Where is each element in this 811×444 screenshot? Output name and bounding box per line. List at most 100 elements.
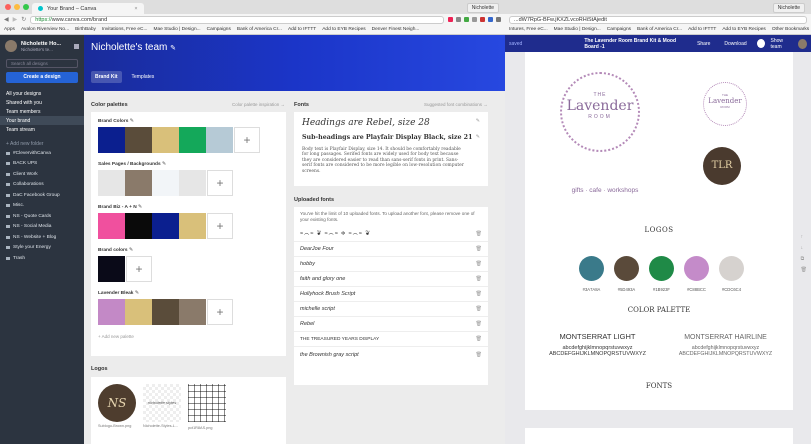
user-menu[interactable]: Nicholette Ho... Nicholette's te...	[0, 35, 84, 57]
bookmark-item[interactable]: Add to EYB Recipes	[322, 27, 365, 32]
avatar[interactable]	[798, 38, 807, 49]
color-swatch[interactable]	[206, 127, 233, 153]
extension-icon[interactable]	[456, 17, 461, 22]
body-sample[interactable]: Body text is Playfair Display, size 14. …	[302, 147, 467, 174]
folder-item[interactable]: NS - Quote Cards	[0, 211, 84, 222]
back-icon[interactable]: ◀	[4, 16, 9, 23]
folder-item[interactable]: #ClevervithCanva	[0, 148, 84, 159]
download-button[interactable]: Download	[724, 41, 746, 47]
bookmark-item[interactable]: Campaigns	[207, 27, 231, 32]
color-chip[interactable]: #3A7A8A	[579, 256, 604, 292]
reload-icon[interactable]: ↻	[21, 16, 26, 23]
sidebar-item-your-brand[interactable]: Your brand	[0, 116, 84, 125]
bookmark-item[interactable]: Mae Studio | Design...	[554, 27, 601, 32]
add-color-button[interactable]: +	[234, 127, 260, 153]
edit-pencil-icon[interactable]: ✎	[135, 291, 139, 296]
color-chip[interactable]: #C88BCC	[684, 256, 709, 292]
url-bar[interactable]: https://www.canva.com/brand	[30, 15, 444, 24]
uploaded-font-row[interactable]: Hollyhock Brush Script 🗑	[294, 287, 488, 302]
extension-icon[interactable]	[488, 17, 493, 22]
edit-pencil-icon[interactable]: ✎	[476, 134, 480, 141]
browser-tab[interactable]: Your Brand – Canva ×	[32, 3, 144, 14]
tab-brand-kit[interactable]: Brand Kit	[91, 71, 122, 83]
color-swatch[interactable]	[98, 299, 125, 325]
add-color-button[interactable]: +	[207, 299, 233, 325]
uploaded-font-row[interactable]: Rebel 🗑	[294, 317, 488, 332]
uploaded-font-row[interactable]: DearJoe Four 🗑	[294, 242, 488, 257]
toggle-icon[interactable]	[756, 39, 765, 48]
add-color-button[interactable]: +	[126, 256, 152, 282]
color-chip[interactable]: #5D493A	[614, 256, 639, 292]
color-swatch[interactable]	[152, 213, 179, 239]
uploaded-font-row[interactable]: michelle script 🗑	[294, 302, 488, 317]
color-swatch[interactable]	[98, 213, 125, 239]
color-swatch[interactable]	[125, 299, 152, 325]
logo-item[interactable]: nicholette styles Nicholette-Styles-L...	[143, 384, 181, 430]
font-combinations-link[interactable]: Suggested font combinations →	[424, 102, 488, 107]
edit-pencil-icon[interactable]: ✎	[129, 248, 133, 253]
bookmark-item[interactable]: Add to IFTTT	[288, 27, 316, 32]
trash-icon[interactable]: 🗑	[476, 231, 482, 237]
color-swatch[interactable]	[98, 127, 125, 153]
edit-pencil-icon[interactable]: ✎	[170, 45, 176, 52]
sidebar-item-shared[interactable]: Shared with you	[0, 98, 84, 107]
extension-icon[interactable]	[448, 17, 453, 22]
folder-item[interactable]: Client Work	[0, 169, 84, 180]
bookmark-item[interactable]: Bank of America Cr...	[637, 27, 682, 32]
bookmark-item[interactable]: Intures, Free eC...	[509, 27, 548, 32]
bookmark-item[interactable]: Bank of America Cr...	[237, 27, 282, 32]
color-swatch[interactable]	[179, 127, 206, 153]
folder-item[interactable]: NS - Website + Blog	[0, 232, 84, 243]
folder-item[interactable]: NS - Social Media	[0, 222, 84, 233]
forward-icon[interactable]: ▶	[13, 16, 18, 23]
logo-item[interactable]: pct1R8AS.png	[188, 384, 226, 430]
maximize-dot[interactable]	[23, 4, 29, 10]
bookmark-item[interactable]: Add to EYB Recipes	[722, 27, 765, 32]
edit-pencil-icon[interactable]: ✎	[130, 119, 134, 124]
profile-badge[interactable]: Nicholette	[772, 3, 805, 13]
folder-item[interactable]: Misc.	[0, 201, 84, 212]
subheading-font-row[interactable]: Sub-headings are Playfair Display Black,…	[302, 134, 480, 141]
create-design-button[interactable]: Create a design	[6, 72, 78, 83]
uploaded-font-row[interactable]: ≈෴≈ ❦ ≈෴≈ ✽ ≈෴≈ ❦ 🗑	[294, 227, 488, 242]
extension-icon[interactable]	[464, 17, 469, 22]
design-page[interactable]: THE Lavender ROOM gifts · cafe · worksho…	[525, 52, 793, 410]
color-swatch[interactable]	[179, 213, 206, 239]
search-input[interactable]: Search all designs	[6, 59, 78, 68]
color-chip[interactable]: #CDC6C4	[719, 256, 744, 292]
arrow-up-icon[interactable]: ↑	[801, 232, 807, 243]
color-swatch[interactable]	[152, 299, 179, 325]
trash-icon[interactable]: 🗑	[476, 261, 482, 267]
bookmark-item[interactable]: Invitations, Free eC...	[102, 27, 148, 32]
color-swatch[interactable]	[179, 299, 206, 325]
trash-icon[interactable]: 🗑	[476, 246, 482, 252]
trash-icon[interactable]: 🗑	[476, 336, 482, 342]
uploaded-font-row[interactable]: THE TREASURED YEARS DISPLAY 🗑	[294, 332, 488, 347]
add-color-button[interactable]: +	[207, 170, 233, 196]
edit-pencil-icon[interactable]: ✎	[476, 118, 480, 128]
folder-item[interactable]: BACK UPS	[0, 159, 84, 170]
trash-icon[interactable]: 🗑	[476, 291, 482, 297]
heading-font-row[interactable]: Headings are Rebel, size 28 ✎	[302, 118, 480, 128]
next-page[interactable]	[525, 428, 793, 444]
trash-icon[interactable]: 🗑	[476, 352, 482, 358]
close-dot[interactable]	[5, 4, 11, 10]
bookmark-item[interactable]: Mae Studio | Design...	[154, 27, 201, 32]
bookmark-item[interactable]: Avalon Riverview No...	[21, 27, 69, 32]
color-swatch[interactable]	[125, 213, 152, 239]
minimize-dot[interactable]	[14, 4, 20, 10]
url-bar[interactable]: ...dW7RpG-BFw.jKXZLvcoRHiStAjedit	[509, 15, 807, 24]
uploaded-font-row[interactable]: the Brownish gray script 🗑	[294, 347, 488, 362]
add-palette-link[interactable]: + Add new palette	[98, 334, 279, 339]
color-swatch[interactable]	[179, 170, 206, 196]
sidebar-item-team-members[interactable]: Team members	[0, 107, 84, 116]
folder-item[interactable]: DaC Facebook Group	[0, 190, 84, 201]
color-swatch[interactable]	[152, 170, 179, 196]
bookmark-item[interactable]: Other Bookmarks	[772, 27, 809, 32]
color-swatch[interactable]	[152, 127, 179, 153]
menu-icon[interactable]	[496, 17, 501, 22]
edit-pencil-icon[interactable]: ✎	[162, 162, 166, 167]
extension-icon[interactable]	[472, 17, 477, 22]
color-palette-inspiration-link[interactable]: Color palette inspiration →	[232, 102, 285, 107]
close-tab-icon[interactable]: ×	[134, 6, 137, 12]
